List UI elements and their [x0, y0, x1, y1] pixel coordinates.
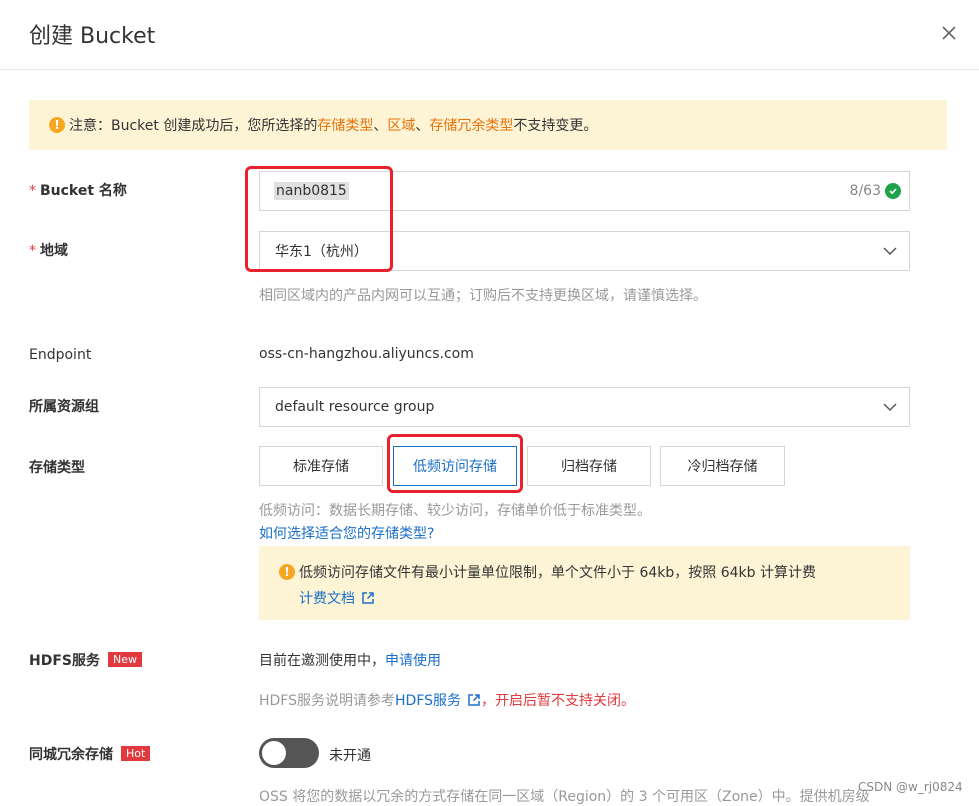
- region-select[interactable]: 华东1（杭州）: [259, 231, 910, 271]
- notice-link-storage-class[interactable]: 存储类型: [317, 115, 373, 135]
- redundancy-toggle-text: 未开通: [329, 748, 371, 764]
- storage-class-label: 存储类型: [29, 460, 85, 476]
- redundancy-label: 同城冗余存储 Hot: [29, 744, 151, 764]
- char-counter: 8/63: [850, 183, 901, 199]
- toggle-knob: [262, 741, 286, 765]
- close-button[interactable]: [936, 20, 962, 46]
- resource-group-label: 所属资源组: [29, 399, 99, 415]
- bucket-name-value: nanb0815: [274, 182, 349, 200]
- header-divider: [0, 69, 979, 70]
- storage-option-standard[interactable]: 标准存储: [259, 446, 383, 486]
- storage-option-archive[interactable]: 归档存储: [527, 446, 651, 486]
- endpoint-value: oss-cn-hangzhou.aliyuncs.com: [259, 346, 474, 362]
- hdfs-desc: HDFS服务说明请参考 HDFS服务 ，开启后暂不支持关闭。: [259, 690, 635, 710]
- notice-sep: 、: [373, 118, 388, 134]
- region-value: 华东1（杭州）: [275, 244, 368, 260]
- hdfs-doc-link[interactable]: HDFS服务: [395, 690, 461, 710]
- watermark: CSDN @w_rj0824: [858, 780, 963, 794]
- required-mark: *: [29, 183, 36, 199]
- storage-class-help-link[interactable]: 如何选择适合您的存储类型?: [259, 523, 434, 543]
- billing-doc-link[interactable]: 计费文档: [299, 588, 355, 608]
- required-mark: *: [29, 243, 36, 259]
- hdfs-label: HDFS服务 New: [29, 650, 142, 670]
- notice-link-region[interactable]: 区域: [387, 115, 415, 135]
- storage-info-box: ! 低频访问存储文件有最小计量单位限制，单个文件小于 64kb，按照 64kb …: [259, 546, 910, 620]
- close-icon: [942, 26, 956, 40]
- bucket-name-input[interactable]: nanb0815 8/63: [259, 171, 910, 211]
- check-icon: [885, 183, 901, 199]
- storage-option-cold-archive[interactable]: 冷归档存储: [660, 446, 785, 486]
- endpoint-label: Endpoint: [29, 347, 92, 363]
- hot-badge: Hot: [121, 746, 151, 761]
- warning-icon: !: [279, 564, 295, 580]
- external-link-icon[interactable]: [361, 591, 375, 605]
- notice-sep: 、: [415, 118, 430, 134]
- notice-link-redundancy[interactable]: 存储冗余类型: [429, 115, 513, 135]
- storage-info-text: 低频访问存储文件有最小计量单位限制，单个文件小于 64kb，按照 64kb 计算…: [299, 565, 816, 581]
- hdfs-status: 目前在邀测使用中，申请使用: [259, 650, 441, 670]
- region-label: * 地域: [29, 240, 68, 260]
- hdfs-desc-prefix: HDFS服务说明请参考: [259, 693, 396, 709]
- resource-group-value: default resource group: [275, 399, 435, 415]
- hdfs-label-text: HDFS服务: [29, 653, 100, 669]
- external-link-icon[interactable]: [467, 693, 481, 707]
- char-counter-text: 8/63: [849, 183, 881, 199]
- notice-prefix: 注意：Bucket 创建成功后，您所选择的: [69, 118, 318, 134]
- warning-icon: !: [49, 117, 65, 133]
- region-label-text: 地域: [40, 243, 68, 259]
- hdfs-status-text: 目前在邀测使用中，: [259, 653, 385, 669]
- region-hint: 相同区域内的产品内网可以互通；订购后不支持更换区域，请谨慎选择。: [259, 288, 707, 304]
- redundancy-desc: OSS 将您的数据以冗余的方式存储在同一区域（Region）的 3 个可用区（Z…: [259, 789, 870, 805]
- hdfs-apply-link[interactable]: 申请使用: [385, 653, 441, 669]
- resource-group-select[interactable]: default resource group: [259, 387, 910, 427]
- notice-banner: ! 注意：Bucket 创建成功后，您所选择的 存储类型 、 区域 、 存储冗余…: [29, 100, 947, 150]
- chevron-down-icon: [883, 403, 897, 412]
- redundancy-toggle[interactable]: [259, 738, 319, 768]
- chevron-down-icon: [883, 247, 897, 256]
- storage-class-hint: 低频访问：数据长期存储、较少访问，存储单价低于标准类型。: [259, 503, 651, 519]
- hdfs-desc-warning: ，开启后暂不支持关闭。: [481, 693, 636, 709]
- redundancy-label-text: 同城冗余存储: [29, 747, 113, 763]
- dialog-title: 创建 Bucket: [29, 24, 156, 49]
- notice-suffix: 不支持变更。: [513, 118, 598, 134]
- storage-option-ia[interactable]: 低频访问存储: [393, 446, 517, 486]
- bucket-name-label: * Bucket 名称: [29, 180, 127, 200]
- new-badge: New: [107, 652, 142, 667]
- bucket-name-label-text: Bucket 名称: [40, 183, 127, 199]
